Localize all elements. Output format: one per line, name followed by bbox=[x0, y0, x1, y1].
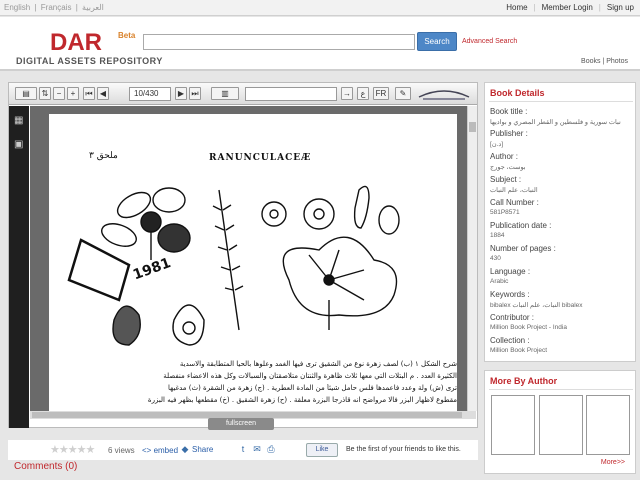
lang-english[interactable]: English bbox=[4, 3, 30, 12]
home-link[interactable]: Home bbox=[506, 3, 527, 12]
more-by-author-panel: More By Author More>> bbox=[484, 370, 636, 474]
search-input[interactable] bbox=[143, 34, 415, 50]
detail-value[interactable]: النبات، علم النبات bbox=[490, 186, 630, 194]
page-heading: RANUNCULACEÆ bbox=[209, 153, 312, 163]
logo-subtitle: DIGITAL ASSETS REPOSITORY bbox=[16, 56, 163, 66]
viewer-side-panel: ▦ ▣ bbox=[9, 106, 29, 428]
detail-value[interactable]: Million Book Project bbox=[490, 347, 630, 354]
stamp-number: 1981 bbox=[131, 255, 173, 283]
thumbnails-icon[interactable]: ▦ bbox=[14, 116, 24, 126]
zoom-in-button[interactable]: + bbox=[67, 87, 79, 100]
share-icon[interactable]: ◆ bbox=[180, 444, 190, 454]
detail-value: Million Book Project - India bbox=[490, 324, 567, 331]
author-book-thumbnail[interactable] bbox=[539, 395, 583, 455]
detail-label: Publication date : bbox=[490, 221, 552, 230]
detail-label: Book title : bbox=[490, 107, 528, 116]
view-mode-icon[interactable]: ▤ bbox=[15, 87, 37, 100]
sign-up-link[interactable]: Sign up bbox=[607, 3, 634, 12]
detail-label: Number of pages : bbox=[490, 244, 556, 253]
advanced-search-link[interactable]: Advanced Search bbox=[462, 38, 517, 45]
page-appendix-label: ملحق ٣ bbox=[89, 151, 118, 161]
member-login-link[interactable]: Member Login bbox=[542, 3, 593, 12]
detail-value[interactable]: bibalex النبات، علم النبات bibalex bbox=[490, 301, 630, 309]
lang-french[interactable]: Français bbox=[41, 3, 72, 12]
site-header: DAR Beta DIGITAL ASSETS REPOSITORY Searc… bbox=[0, 17, 640, 71]
page-text-line: مقطوع لاظهار البزر فالا مرواضح انه قاذرج… bbox=[147, 396, 457, 404]
beta-badge: Beta bbox=[118, 31, 136, 40]
book-details-title: Book Details bbox=[490, 88, 545, 98]
comments-heading[interactable]: Comments (0) bbox=[14, 461, 77, 472]
first-page-icon[interactable]: ⏮ bbox=[83, 87, 95, 100]
detail-value[interactable]: [د.ن] bbox=[490, 140, 630, 148]
detail-label: Keywords : bbox=[490, 290, 530, 299]
page-number-field[interactable]: 10/430 bbox=[129, 87, 171, 101]
like-label: Like bbox=[315, 446, 329, 453]
book-page: ملحق ٣ RANUNCULACEÆ 1981 شرح الشكل ١ (ب)… bbox=[49, 114, 457, 411]
library-logo-icon bbox=[415, 85, 473, 103]
detail-value: Arabic bbox=[490, 278, 509, 285]
detail-value: 1884 bbox=[490, 232, 505, 239]
share-button[interactable]: Share bbox=[192, 445, 213, 454]
search-go-icon[interactable]: → bbox=[341, 87, 353, 100]
notes-icon[interactable]: ✎ bbox=[395, 87, 411, 100]
detail-label: Language : bbox=[490, 267, 531, 276]
search-button[interactable]: Search bbox=[417, 32, 457, 51]
rating-stars[interactable]: ★★★★★ bbox=[50, 443, 95, 456]
top-links: Home | Member Login | Sign up bbox=[506, 3, 634, 12]
page-layout-icon[interactable]: ▥ bbox=[211, 87, 239, 100]
detail-label: Collection : bbox=[490, 336, 530, 345]
detail-label: Publisher : bbox=[490, 129, 528, 138]
print-icon[interactable]: ⎙ bbox=[266, 444, 276, 454]
page-text-line: شرح الشكل ١ (ب) لصف زهرة نوع من الشقيق ت… bbox=[179, 360, 457, 368]
facebook-like-button[interactable]: Like bbox=[306, 443, 338, 457]
more-by-author-title: More By Author bbox=[490, 376, 558, 386]
detail-label: Call Number : bbox=[490, 198, 539, 207]
detail-label: Contributor : bbox=[490, 313, 535, 322]
language-switcher: English | Français | العربية bbox=[4, 3, 104, 12]
detail-value[interactable]: بوست، جورج bbox=[490, 163, 630, 171]
next-page-icon[interactable]: ▶ bbox=[175, 87, 187, 100]
view-count: 6 views bbox=[108, 446, 135, 455]
botanical-illustration: 1981 bbox=[67, 185, 400, 346]
page-text-line: ترى (ش) ولة وعدد فاعمدها فلس حامل شيئاً … bbox=[167, 384, 457, 392]
scroll-thumb[interactable] bbox=[469, 122, 476, 132]
viewer-toolbar: ▤ ⇅ − + ⏮ ◀ 10/430 ▶ ⏭ ▥ → ع FR ✎ bbox=[9, 83, 477, 105]
social-bar: ★★★★★ 6 views <> embed ◆ Share t ✉ ⎙ Lik… bbox=[8, 440, 478, 460]
twitter-icon[interactable]: t bbox=[238, 444, 248, 454]
rotate-icon[interactable]: ⇅ bbox=[39, 87, 51, 100]
like-prompt: Be the first of your friends to like thi… bbox=[346, 446, 461, 453]
outline-icon[interactable]: ▣ bbox=[14, 140, 24, 150]
lang-arabic[interactable]: العربية bbox=[82, 3, 104, 12]
dar-logo[interactable]: DAR bbox=[50, 29, 102, 57]
book-details-panel: Book Details Book title : نبات سورية و ف… bbox=[484, 82, 636, 362]
detail-value: 581P8571 bbox=[490, 209, 520, 216]
arabic-text-icon[interactable]: ع bbox=[357, 87, 369, 100]
last-page-icon[interactable]: ⏭ bbox=[189, 87, 201, 100]
email-icon[interactable]: ✉ bbox=[252, 444, 262, 454]
author-book-thumbnail[interactable] bbox=[491, 395, 535, 455]
page-text-line: الكثيرة العدد . م البتلات التي معها ثلاث… bbox=[163, 372, 457, 380]
embed-link[interactable]: <> embed bbox=[142, 446, 178, 455]
page-area[interactable]: ملحق ٣ RANUNCULACEÆ 1981 شرح الشكل ١ (ب)… bbox=[30, 106, 476, 411]
detail-value[interactable]: نبات سورية و فلسطين و القطر المصري و بوا… bbox=[490, 118, 630, 126]
fullscreen-button[interactable]: fullscreen bbox=[208, 418, 274, 430]
prev-page-icon[interactable]: ◀ bbox=[97, 87, 109, 100]
more-link[interactable]: More>> bbox=[601, 459, 625, 466]
book-viewer: ▤ ⇅ − + ⏮ ◀ 10/430 ▶ ⏭ ▥ → ع FR ✎ ▦ ▣ مل… bbox=[8, 82, 478, 428]
detail-label: Subject : bbox=[490, 175, 522, 184]
viewer-search-input[interactable] bbox=[245, 87, 337, 101]
books-photos-links[interactable]: Books | Photos bbox=[581, 58, 628, 65]
detail-value: 430 bbox=[490, 255, 501, 262]
author-book-thumbnail[interactable] bbox=[586, 395, 630, 455]
top-bar: English | Français | العربية Home | Member… bbox=[0, 0, 640, 16]
french-button[interactable]: FR bbox=[373, 87, 389, 100]
vertical-scrollbar[interactable] bbox=[467, 106, 477, 411]
zoom-out-button[interactable]: − bbox=[53, 87, 65, 100]
detail-label: Author : bbox=[490, 152, 519, 161]
